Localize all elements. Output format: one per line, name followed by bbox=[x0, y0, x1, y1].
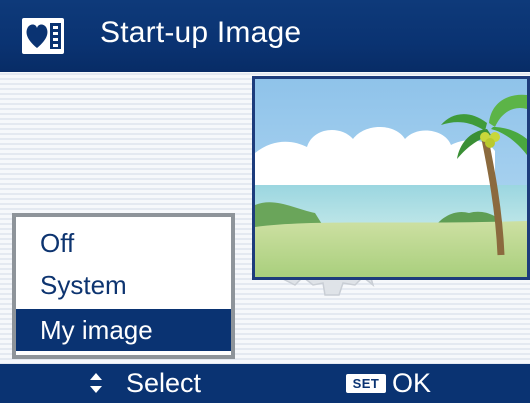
startup-image-menu: Off System My image bbox=[12, 213, 235, 359]
title-bar: Start-up Image bbox=[0, 0, 530, 72]
select-label: Select bbox=[126, 368, 202, 398]
camera-screen: Start-up Image Off System My image Selec… bbox=[0, 0, 530, 403]
beach-palm-image bbox=[255, 79, 527, 277]
heart-card-icon bbox=[22, 18, 64, 54]
menu-item-off[interactable]: Off bbox=[16, 225, 231, 261]
ok-label: OK bbox=[392, 368, 432, 398]
menu-item-system[interactable]: System bbox=[16, 267, 231, 303]
set-button-badge: SET bbox=[346, 374, 386, 393]
menu-item-my-image[interactable]: My image bbox=[16, 309, 231, 351]
up-down-arrows-icon bbox=[90, 373, 102, 393]
startup-image-preview bbox=[252, 76, 530, 280]
page-title: Start-up Image bbox=[100, 16, 302, 49]
footer-bar: Select SET OK bbox=[0, 364, 530, 403]
